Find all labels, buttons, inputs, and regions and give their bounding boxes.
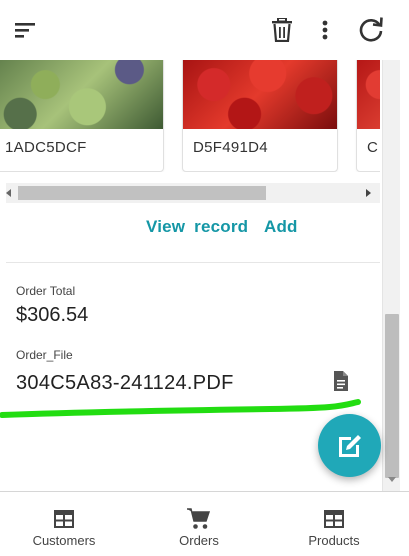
document-icon[interactable]	[332, 371, 350, 393]
gallery-card[interactable]: C	[356, 60, 380, 172]
order-file-value[interactable]: 304C5A83-241124.PDF	[16, 372, 234, 395]
nav-label: Orders	[179, 533, 219, 548]
vertical-scrollbar[interactable]	[382, 60, 400, 491]
bottom-navigation: Customers Orders Products	[0, 491, 409, 556]
raspberries-photo	[183, 60, 337, 129]
strawberries-photo	[357, 60, 380, 129]
card-caption: C	[367, 139, 379, 156]
card-caption: D5F491D4	[193, 139, 268, 156]
vertical-scroll-thumb[interactable]	[385, 314, 399, 478]
trash-icon[interactable]	[266, 14, 298, 46]
scroll-left-arrow-icon[interactable]	[6, 189, 11, 197]
view-record-link[interactable]: View record	[146, 217, 248, 237]
record-detail: 1ADC5DCF D5F491D4 C View record Add Orde…	[0, 60, 409, 491]
edit-icon	[338, 434, 361, 457]
gallery-card[interactable]: D5F491D4	[182, 60, 338, 172]
nav-item-orders[interactable]: Orders	[131, 492, 267, 556]
order-total-label: Order Total	[16, 284, 76, 298]
add-link[interactable]: Add	[264, 217, 298, 237]
plums-photo	[0, 60, 163, 129]
table-icon	[324, 508, 344, 530]
green-highlight-stroke	[0, 399, 361, 418]
table-icon	[54, 508, 74, 530]
gallery-card[interactable]: 1ADC5DCF	[0, 60, 164, 172]
scroll-right-arrow-icon[interactable]	[366, 189, 371, 197]
nav-label: Customers	[32, 533, 96, 548]
card-caption: 1ADC5DCF	[5, 139, 87, 156]
horizontal-scroll-thumb[interactable]	[18, 186, 266, 200]
menu-icon[interactable]	[10, 14, 42, 46]
divider	[6, 262, 380, 263]
record-actions: View record Add	[0, 217, 380, 237]
refresh-icon[interactable]	[355, 14, 387, 46]
more-vert-icon[interactable]	[309, 14, 341, 46]
horizontal-scrollbar[interactable]	[6, 183, 380, 203]
cart-icon	[187, 508, 211, 530]
edit-fab-button[interactable]	[318, 414, 381, 477]
order-file-label: Order_File	[16, 348, 73, 362]
scroll-down-arrow-icon[interactable]	[388, 477, 396, 482]
nav-item-products[interactable]: Products	[266, 492, 402, 556]
top-app-bar	[0, 0, 409, 60]
order-total-value: $306.54	[16, 304, 89, 326]
nav-label: Products	[308, 533, 360, 548]
image-gallery: 1ADC5DCF D5F491D4 C	[0, 60, 380, 172]
nav-item-customers[interactable]: Customers	[0, 492, 132, 556]
